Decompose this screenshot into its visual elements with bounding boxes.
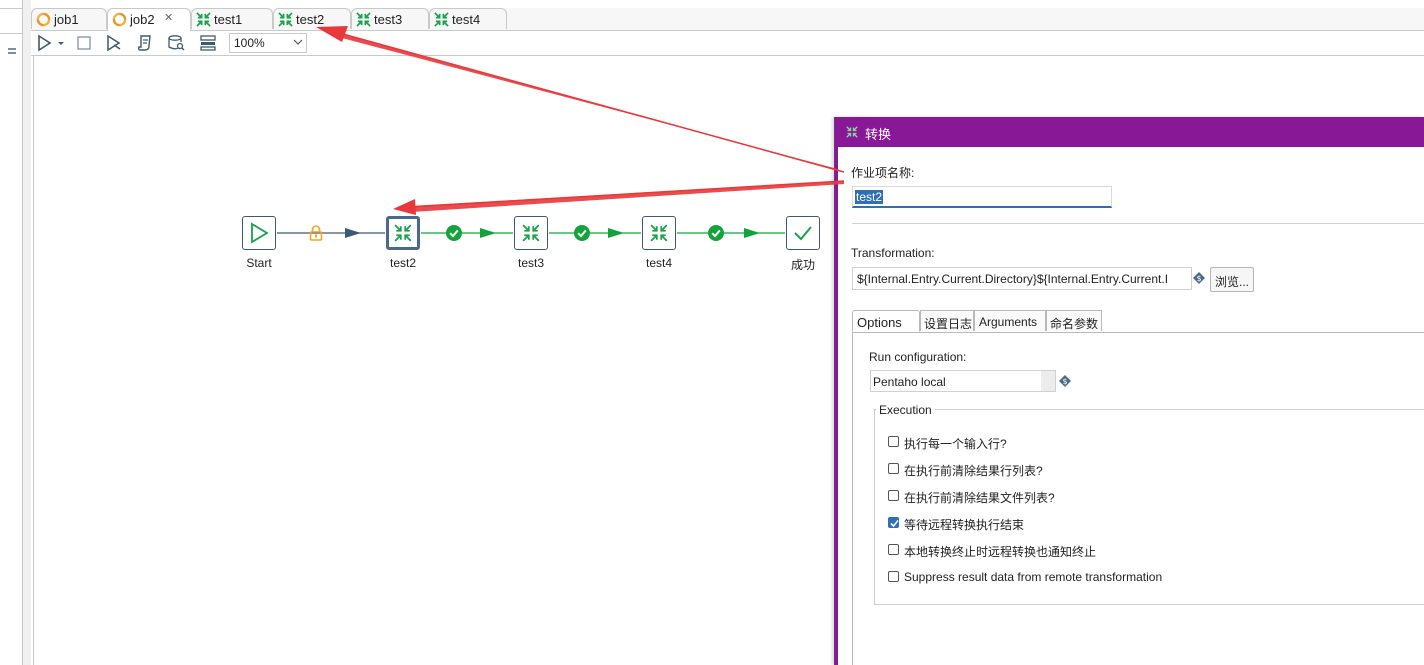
annotation-arrow [393, 180, 845, 215]
annotation-arrow [316, 26, 845, 173]
annotation-overlay [316, 26, 845, 215]
